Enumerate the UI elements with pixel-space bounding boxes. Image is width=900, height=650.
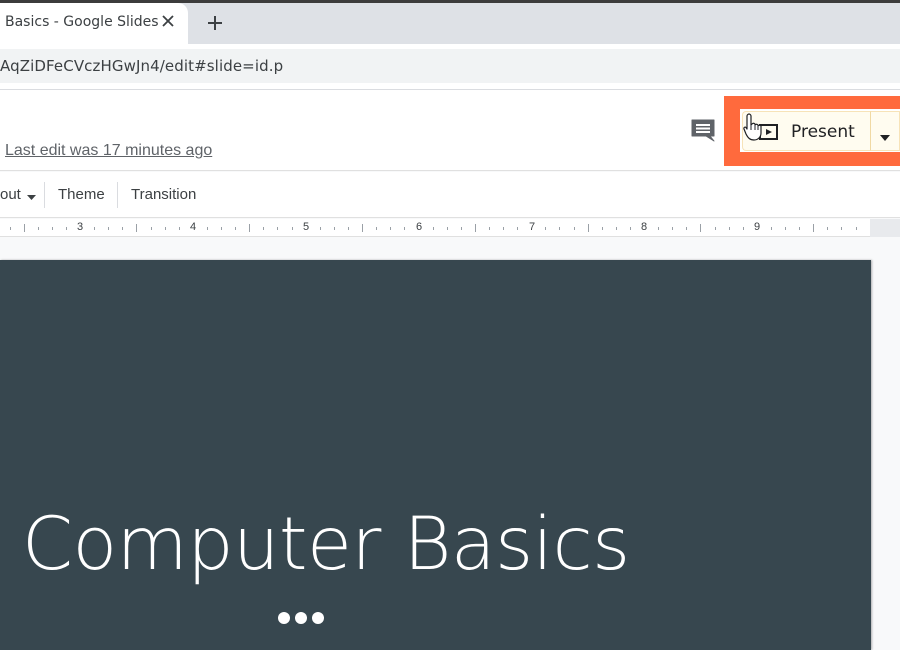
slides-toolbar: out Theme Transition — [0, 172, 900, 218]
ruler-tick — [9, 226, 11, 230]
ruler-tick — [615, 226, 617, 230]
ruler-tick — [376, 226, 378, 230]
ruler-tick — [347, 226, 349, 230]
plus-icon[interactable] — [203, 11, 227, 35]
ruler-tick — [545, 226, 547, 230]
dot — [278, 612, 290, 624]
layout-label: out — [0, 186, 21, 203]
present-button-group: Present — [740, 109, 900, 152]
ruler-tick — [714, 226, 716, 230]
browser-tab-strip: Basics - Google Slides — [0, 3, 900, 44]
ruler-tick — [770, 226, 772, 230]
ruler-tick — [559, 226, 561, 230]
ruler-tick — [122, 226, 124, 230]
ruler-tick — [277, 226, 279, 230]
ruler-tick — [235, 226, 237, 230]
ruler-tick — [785, 226, 786, 230]
url-input[interactable]: AqZiDFeCVczHGwJn4/edit#slide=id.p — [0, 49, 900, 83]
ruler-tick — [474, 224, 476, 232]
ruler-tick — [728, 226, 730, 230]
ruler-tick — [432, 226, 434, 230]
ruler-tick — [178, 226, 180, 230]
ruler-tick — [94, 226, 96, 230]
ruler-tick — [263, 226, 265, 230]
close-icon[interactable] — [158, 11, 178, 31]
present-label: Present — [791, 122, 855, 142]
present-dropdown-button[interactable] — [870, 111, 900, 151]
ruler-tick — [799, 226, 801, 230]
transition-button[interactable]: Transition — [131, 186, 196, 203]
ruler-number: 8 — [641, 221, 648, 233]
ruler-tick — [629, 226, 631, 230]
ruler-tick — [841, 226, 843, 230]
comment-icon[interactable] — [689, 116, 717, 144]
ruler-number: 6 — [416, 221, 423, 233]
ruler-tick — [672, 226, 674, 230]
ruler-tick — [65, 226, 67, 230]
ruler-tick — [587, 224, 589, 232]
slide-title[interactable]: Computer Basics — [22, 502, 630, 587]
ruler-tick — [37, 226, 39, 230]
ruler-tick — [390, 226, 392, 230]
address-bar: AqZiDFeCVczHGwJn4/edit#slide=id.p — [0, 44, 900, 90]
last-edit-link[interactable]: Last edit was 17 minutes ago — [5, 142, 212, 160]
ruler-tick — [249, 224, 251, 232]
ruler-number: 5 — [303, 221, 310, 233]
dot — [295, 612, 307, 624]
toolbar-divider — [117, 182, 118, 208]
ruler-tick — [503, 226, 504, 230]
ruler-tick — [601, 226, 603, 230]
ruler-tick — [362, 224, 363, 232]
theme-button[interactable]: Theme — [58, 186, 105, 203]
browser-tab-active[interactable]: Basics - Google Slides — [0, 3, 188, 44]
ruler-tick — [333, 226, 335, 230]
ruler-tick — [742, 226, 744, 230]
ruler-tick — [813, 224, 815, 232]
ruler-tick — [221, 226, 222, 230]
ruler-tick — [446, 226, 448, 230]
tab-title: Basics - Google Slides — [5, 14, 159, 30]
caret-down-icon — [880, 128, 890, 146]
toolbar-divider — [44, 182, 45, 208]
ruler-tick — [108, 226, 110, 230]
ruler-tick — [23, 224, 25, 232]
ruler-tick — [164, 226, 166, 230]
slide-ornament-dots — [278, 612, 324, 624]
ruler-tick — [827, 226, 829, 230]
ruler-tick — [488, 226, 490, 230]
ruler-tick — [517, 226, 519, 230]
ruler-number: 3 — [77, 221, 84, 233]
ruler-tick — [51, 226, 53, 230]
url-text: AqZiDFeCVczHGwJn4/edit#slide=id.p — [0, 57, 284, 75]
present-button[interactable]: Present — [742, 111, 870, 151]
ruler-end — [870, 219, 900, 237]
ruler-tick — [855, 226, 857, 230]
caret-down-icon — [27, 187, 37, 204]
layout-menu-button[interactable]: out — [0, 186, 37, 204]
dot — [312, 612, 324, 624]
ruler-tick — [319, 226, 321, 230]
ruler-tick — [206, 226, 208, 230]
present-slideshow-icon — [757, 123, 779, 146]
ruler-tick — [573, 226, 575, 230]
ruler-number: 4 — [190, 221, 197, 233]
ruler-number: 7 — [529, 221, 536, 233]
ruler-tick — [404, 226, 406, 230]
ruler-tick — [291, 226, 293, 230]
ruler-tick — [686, 226, 688, 230]
ruler-number: 9 — [754, 221, 761, 233]
ruler-tick — [460, 226, 462, 230]
ruler-tick — [136, 224, 138, 232]
ruler-tick — [700, 224, 702, 232]
ruler-tick — [658, 226, 660, 230]
horizontal-ruler[interactable]: 3 4 5 6 7 8 9 — [0, 219, 870, 237]
ruler-tick — [150, 226, 152, 230]
slide[interactable]: Computer Basics — [0, 260, 871, 650]
